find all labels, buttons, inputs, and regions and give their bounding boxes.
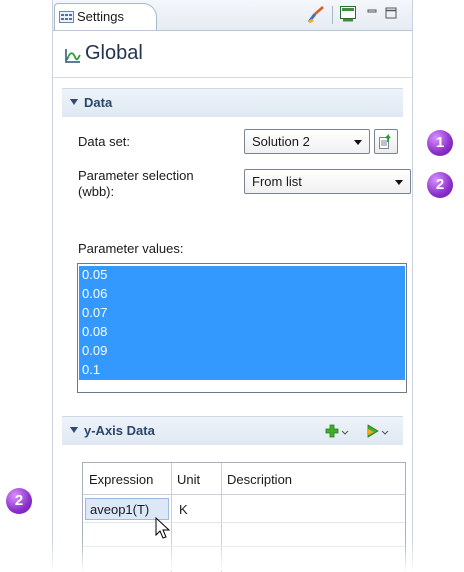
- toolbar-divider: [332, 6, 333, 24]
- dataset-select[interactable]: Solution 2: [244, 129, 370, 154]
- column-header-description[interactable]: Description: [221, 463, 292, 494]
- section-header-yaxis[interactable]: y-Axis Data: [62, 416, 403, 445]
- settings-panel: Settings Global Data Data set: Solution …: [52, 0, 413, 572]
- settings-tab-icon: [59, 11, 74, 23]
- param-selection-select[interactable]: From list: [244, 169, 411, 194]
- column-header-expression[interactable]: Expression: [83, 463, 153, 494]
- selection-highlight: [79, 266, 405, 380]
- collapse-arrow-icon[interactable]: [70, 99, 78, 105]
- column-header-unit[interactable]: Unit: [171, 463, 200, 494]
- section-title-data: Data: [84, 95, 113, 110]
- list-item[interactable]: 0.06: [82, 285, 107, 303]
- row-divider: [83, 522, 405, 523]
- list-item[interactable]: 0.07: [82, 304, 107, 322]
- section-title-yaxis: y-Axis Data: [84, 423, 155, 438]
- dataset-label: Data set:: [78, 134, 131, 149]
- maximize-icon[interactable]: [385, 7, 397, 19]
- dataset-select-value: Solution 2: [252, 134, 310, 149]
- refresh-dataset-button[interactable]: [374, 129, 398, 154]
- move-icon[interactable]: [366, 424, 390, 440]
- tab-settings-label: Settings: [77, 9, 124, 24]
- minimize-icon[interactable]: [367, 8, 377, 18]
- param-selection-label-line2: (wbb):: [78, 184, 115, 199]
- cell-expression[interactable]: aveop1(T): [90, 502, 149, 517]
- callout-badge-2: 2: [427, 172, 453, 198]
- cursor-icon: [155, 517, 171, 539]
- plot-icon: [65, 49, 81, 63]
- section-header-data[interactable]: Data: [62, 88, 403, 117]
- yaxis-table: Expression Unit Description aveop1(T) K: [82, 462, 406, 572]
- tab-bar: Settings: [53, 0, 412, 31]
- title-row: Global: [53, 31, 412, 78]
- list-item[interactable]: 0.08: [82, 323, 107, 341]
- param-values-label: Parameter values:: [78, 241, 184, 256]
- param-selection-label-line1: Parameter selection: [78, 168, 194, 183]
- row-divider: [83, 546, 405, 547]
- callout-badge-3: 2: [6, 488, 32, 514]
- refresh-dataset-icon: [379, 134, 391, 149]
- list-item[interactable]: 0.05: [82, 266, 107, 284]
- brush-icon[interactable]: [307, 6, 327, 24]
- window-icon[interactable]: [340, 6, 356, 22]
- param-selection-value: From list: [252, 174, 302, 189]
- cell-unit[interactable]: K: [179, 502, 188, 517]
- column-divider: [221, 463, 222, 572]
- param-values-list[interactable]: 0.05 0.06 0.07 0.08 0.09 0.1: [77, 263, 407, 393]
- list-item[interactable]: 0.09: [82, 342, 107, 360]
- header-divider: [83, 494, 405, 495]
- chevron-down-icon: [354, 140, 362, 145]
- chevron-down-icon: [395, 180, 403, 185]
- tab-settings[interactable]: Settings: [54, 3, 157, 30]
- callout-badge-1: 1: [427, 130, 453, 156]
- add-icon[interactable]: [325, 424, 349, 440]
- page-title: Global: [85, 42, 143, 64]
- list-item[interactable]: 0.1: [82, 361, 100, 379]
- collapse-arrow-icon[interactable]: [70, 427, 78, 433]
